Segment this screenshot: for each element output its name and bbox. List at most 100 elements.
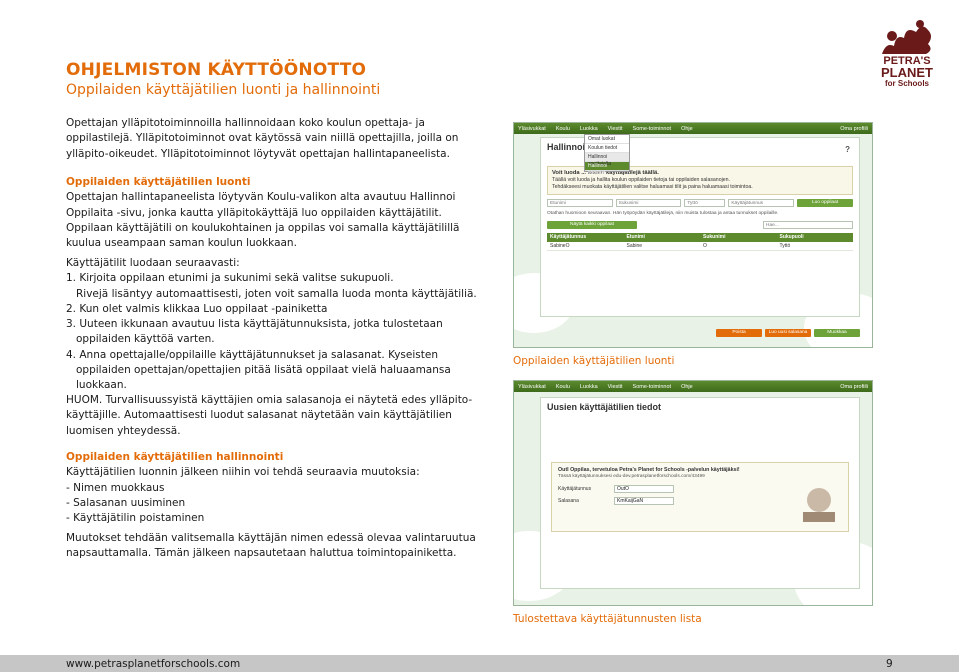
nav-item-profile[interactable]: Oma profiili bbox=[840, 384, 868, 390]
intro-paragraph: Opettajan ylläpitotoiminnoilla hallinnoi… bbox=[66, 116, 459, 162]
section-line: - Salasanan uusiminen bbox=[66, 496, 186, 509]
form-note: Otathan huomioon seuraavan. Hän työpöydä… bbox=[547, 211, 779, 216]
delete-button[interactable]: Poista bbox=[716, 329, 762, 337]
intro-line: Opettajan ylläpitotoiminnoilla hallinnoi… bbox=[66, 117, 425, 129]
column-header[interactable]: Sukupuoli bbox=[777, 233, 854, 242]
help-icon[interactable]: ? bbox=[845, 145, 850, 154]
steps-intro: Käyttäjätilit luodaan seuraavasti: bbox=[66, 257, 240, 269]
closing-line: Muutokset tehdään valitsemalla käyttäjän… bbox=[66, 532, 476, 544]
logo-line-2: PLANET bbox=[881, 65, 933, 80]
step-line: 2. Kun olet valmis klikkaa Luo oppilaat … bbox=[66, 302, 328, 315]
nav-item[interactable]: Luokka bbox=[580, 384, 598, 390]
panel-title: Uusien käyttäjätilien tiedot bbox=[547, 402, 662, 412]
table-cell: Tyttö bbox=[779, 243, 791, 249]
step-line: oppilaiden opettajan/opettajien pitää li… bbox=[76, 364, 451, 377]
top-navigation: Yläsivukkat Koulu Luokka Viestit Some-to… bbox=[514, 381, 872, 392]
page-footer: www.petrasplanetforschools.com 9 bbox=[0, 655, 959, 672]
column-header[interactable]: Käyttäjätunnus bbox=[547, 233, 624, 242]
username-field[interactable]: Käyttäjätunnus bbox=[728, 199, 795, 207]
nav-item[interactable]: Some-toiminnot bbox=[633, 384, 672, 390]
gender-select[interactable]: Tyttö bbox=[684, 199, 726, 207]
search-input[interactable]: Hae... bbox=[763, 221, 853, 229]
field-label: Käyttäjätunnus bbox=[558, 486, 592, 492]
section-line: - Käyttäjätilin poistaminen bbox=[66, 512, 205, 525]
section-line: - Nimen muokkaus bbox=[66, 481, 165, 494]
first-name-field[interactable]: Etunimi bbox=[547, 199, 613, 207]
section-creation: Oppilaiden käyttäjätilien luonti Opettaj… bbox=[66, 175, 460, 251]
accounts-panel: Uusien käyttäjätilien tiedot OutI Oppila… bbox=[540, 397, 860, 589]
nav-item[interactable]: Viestit bbox=[608, 126, 623, 132]
screenshot-account-list: Yläsivukkat Koulu Luokka Viestit Some-to… bbox=[513, 380, 873, 606]
create-students-button[interactable]: Luo oppilaat bbox=[797, 199, 854, 207]
note-line: käyttäjille. Automaattisesti luodut sala… bbox=[66, 409, 452, 422]
steps-list: Käyttäjätilit luodaan seuraavasti: 1. Ki… bbox=[66, 256, 477, 394]
note-line: luomisen yhteydessä. bbox=[66, 424, 181, 437]
note-line: HUOM. Turvallisuussyistä käyttäjien omia… bbox=[66, 394, 473, 406]
closing-line: napsauttamalla. Tämän jälkeen napsauteta… bbox=[66, 547, 457, 560]
step-line: luokkaan. bbox=[76, 379, 127, 392]
section-line: Oppilaita -sivu, jonka kautta ylläpitokä… bbox=[66, 206, 442, 219]
menu-item[interactable]: Koulun tiedot bbox=[585, 144, 629, 153]
new-password-button[interactable]: Luo uusi salasana bbox=[765, 329, 811, 337]
step-line: 1. Kirjoita oppilaan etunimi ja sukunimi… bbox=[66, 272, 394, 285]
nav-item[interactable]: Ohje bbox=[681, 126, 693, 132]
closing-paragraph: Muutokset tehdään valitsemalla käyttäjän… bbox=[66, 531, 476, 562]
section-management: Oppilaiden käyttäjätilien hallinnointi K… bbox=[66, 450, 448, 526]
nav-item[interactable]: Luokka bbox=[580, 126, 598, 132]
figure-caption: Tulostettava käyttäjätunnusten lista bbox=[513, 613, 702, 625]
section-line: Oppilaan käyttäjätili on koulukohtainen … bbox=[66, 221, 460, 234]
menu-item[interactable]: Hallinnoi opettajalta bbox=[585, 153, 629, 167]
logo-wordmark: PETRA'S PLANET for Schools bbox=[872, 56, 942, 89]
intro-line: oppilastilejä. Ylläpitotoiminnot ovat kä… bbox=[66, 132, 459, 145]
screenshot-create-accounts: Yläsivukkat Koulu Luokka Viestit Some-to… bbox=[513, 122, 873, 348]
table-cell: O bbox=[703, 243, 707, 249]
nav-item[interactable]: Viestit bbox=[608, 384, 623, 390]
nav-item[interactable]: Yläsivukkat bbox=[518, 384, 546, 390]
info-line: Täällä voit luoda ja hallita koulun oppi… bbox=[552, 177, 730, 183]
section-heading: Oppilaiden käyttäjätilien luonti bbox=[66, 176, 251, 188]
info-line: Tehdäkseesi muokata käyttäjätilien valit… bbox=[552, 184, 753, 190]
edit-button[interactable]: Muokkaa bbox=[814, 329, 860, 337]
table-cell: SabineO bbox=[550, 243, 570, 249]
column-header[interactable]: Sukunimi bbox=[700, 233, 777, 242]
table-cell: Sabine bbox=[626, 243, 643, 249]
nav-item[interactable]: Yläsivukkat bbox=[518, 126, 546, 132]
menu-item-manage-students[interactable]: Hallinnoi oppilaat bbox=[585, 162, 629, 176]
security-note: HUOM. Turvallisuussyistä käyttäjien omia… bbox=[66, 393, 473, 439]
welcome-title: OutI Oppilas, tervetuloa Petra's Planet … bbox=[558, 467, 740, 473]
school-dropdown-menu: Omat luokat Koulun tiedot Hallinnoi opet… bbox=[584, 134, 630, 176]
column-header[interactable]: Etunimi bbox=[624, 233, 701, 242]
field-value: KmKaijGaN bbox=[614, 497, 674, 505]
section-heading: Oppilaiden käyttäjätilien hallinnointi bbox=[66, 451, 284, 463]
step-line: oppilaiden käyttöä varten. bbox=[76, 333, 215, 346]
figure-caption: Oppilaiden käyttäjätilien luonti bbox=[513, 355, 675, 367]
footer-url[interactable]: www.petrasplanetforschools.com bbox=[66, 658, 240, 670]
nav-item[interactable]: Some-toiminnot bbox=[633, 126, 672, 132]
step-line: 3. Uuteen ikkunaan avautuu lista käyttäj… bbox=[66, 318, 443, 331]
top-navigation: Yläsivukkat Koulu Luokka Viestit Some-to… bbox=[514, 123, 872, 134]
field-label: Salasana bbox=[558, 498, 579, 504]
students-table: Käyttäjätunnus Etunimi Sukunimi Sukupuol… bbox=[547, 233, 853, 251]
table-row[interactable]: SabineO Sabine O Tyttö bbox=[547, 242, 853, 251]
new-student-form: Etunimi Sukunimi Tyttö Käyttäjätunnus Lu… bbox=[547, 199, 854, 207]
section-line: Käyttäjätilien luonnin jälkeen niihin vo… bbox=[66, 466, 420, 479]
menu-item[interactable]: Omat luokat bbox=[585, 135, 629, 144]
nav-item[interactable]: Koulu bbox=[556, 384, 570, 390]
section-line: Opettajan hallintapaneelista löytyvän Ko… bbox=[66, 191, 456, 204]
nav-item[interactable]: Koulu bbox=[556, 126, 570, 132]
page-number: 9 bbox=[886, 658, 893, 670]
nav-item-profile[interactable]: Oma profiili bbox=[840, 126, 868, 132]
show-all-button[interactable]: Näytä kaikki oppilaat bbox=[547, 221, 637, 229]
field-value: OutO bbox=[614, 485, 674, 493]
table-header: Käyttäjätunnus Etunimi Sukunimi Sukupuol… bbox=[547, 233, 853, 242]
intro-line: ylläpito-oikeudet. Ylläpitotoiminnot löy… bbox=[66, 147, 450, 160]
page-subtitle: Oppilaiden käyttäjätilien luonti ja hall… bbox=[66, 82, 381, 98]
action-buttons: Poista Luo uusi salasana Muokkaa bbox=[716, 329, 860, 337]
petras-planet-logo-icon bbox=[803, 488, 835, 522]
section-line: kuulua useampaan saman koulun luokkaan. bbox=[66, 237, 297, 250]
filter-row: Näytä kaikki oppilaat Hae... bbox=[547, 221, 853, 229]
nav-item[interactable]: Ohje bbox=[681, 384, 693, 390]
page-title: OHJELMISTON KÄYTTÖÖNOTTO bbox=[66, 60, 367, 80]
last-name-field[interactable]: Sukunimi bbox=[615, 199, 682, 207]
step-line: 4. Anna opettajalle/oppilaille käyttäjät… bbox=[66, 348, 438, 361]
